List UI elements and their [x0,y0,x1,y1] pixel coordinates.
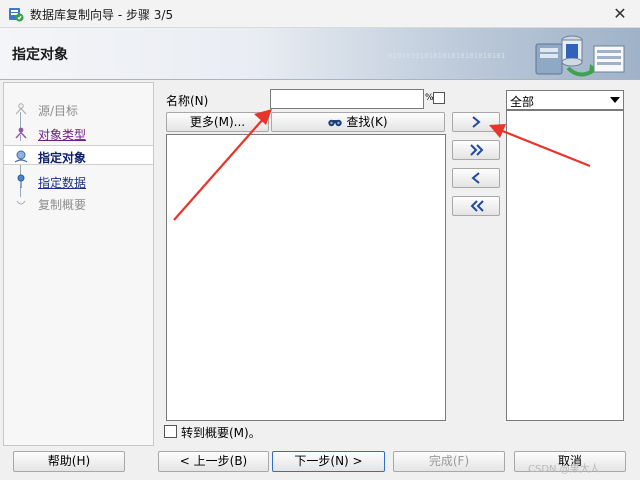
database-copy-icon [535,35,625,77]
finish-button: 完成(F) [393,451,505,472]
step-person-icon [15,127,27,139]
step-specify-objects: 指定对象 [4,145,153,165]
watermark: CSDN @果大人 [528,464,600,475]
step-label[interactable]: 对象类型 [38,126,86,143]
step-object-type[interactable]: 对象类型 [4,123,153,143]
more-button[interactable]: 更多(M)... [166,112,269,132]
step-label[interactable]: 指定数据 [38,174,86,191]
name-label: 名称(N) [166,94,209,108]
chevron-left-icon [471,172,480,184]
steps-panel: 源/目标 对象类型 指定对象 指定数据 复制概要 [3,82,154,446]
close-icon: ✕ [613,4,627,23]
find-button-label: 查找(K) [346,115,388,129]
title-bar: 数据库复制向导 - 步骤 3/5 ✕ [0,0,640,28]
goto-summary-label: 转到概要(M)。 [181,426,261,440]
find-button[interactable]: 查找(K) [271,112,445,132]
window-title: 数据库复制向导 - 步骤 3/5 [30,8,174,22]
binary-decoration: 01010101010101010101010101 [388,52,506,60]
step-copy-summary: 复制概要 [4,193,153,213]
available-objects-list[interactable] [166,134,446,421]
step-person-icon [15,103,27,115]
close-button[interactable]: ✕ [600,0,640,28]
filter-value: 全部 [510,95,535,109]
chevron-down-icon [610,97,620,103]
binoculars-icon [328,119,343,127]
chevron-right-icon [472,116,481,128]
object-filter-select[interactable]: 全部 [506,90,624,110]
name-input[interactable] [270,89,424,109]
step-label: 指定对象 [38,151,87,165]
step-label: 源/目标 [38,104,79,118]
wildcard-checkbox[interactable] [433,92,445,104]
wizard-header: 指定对象 01010101010101010101010101 [0,28,640,80]
app-icon [9,8,24,22]
step-source-target: 源/目标 [4,99,153,119]
double-chevron-right-icon [470,144,484,156]
step-pending-icon [16,200,26,205]
move-selected-right-button[interactable] [452,112,500,132]
step-current-icon [14,150,28,163]
move-all-left-button[interactable] [452,196,500,216]
goto-summary-checkbox[interactable] [164,425,177,438]
double-chevron-left-icon [470,200,484,212]
step-label: 复制概要 [38,198,87,212]
help-button[interactable]: 帮助(H) [13,451,125,472]
move-selected-left-button[interactable] [452,168,500,188]
step-pin-icon [17,174,25,188]
page-title: 指定对象 [12,47,68,63]
next-button[interactable]: 下一步(N) > [272,451,385,472]
prev-button[interactable]: < 上一步(B) [158,451,269,472]
step-specify-data[interactable]: 指定数据 [4,171,153,191]
move-all-right-button[interactable] [452,140,500,160]
selected-objects-list[interactable] [506,110,624,421]
